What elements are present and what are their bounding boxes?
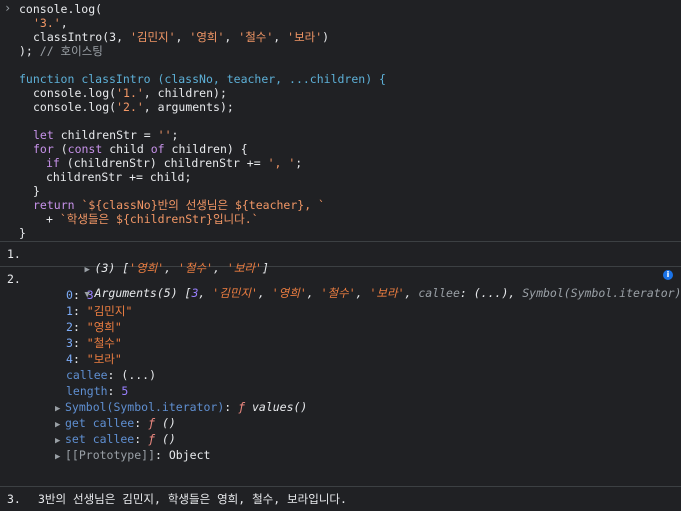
code-line: } <box>19 226 26 240</box>
prop-get-callee[interactable]: ▶ get callee: ƒ () <box>55 416 176 430</box>
code-line: return `${classNo}반의 선생님은 ${teacher}, ` <box>33 198 325 212</box>
console-input-entry: › console.log( '3.', classIntro(3, '김민지'… <box>0 0 681 242</box>
arguments-header[interactable]: ▼ Arguments(5) [3, '김민지', '영희', '철수', '보라… <box>43 272 681 300</box>
code-line: ); // 호이스팅 <box>19 44 103 58</box>
code-line: + `학생들은 ${childrenStr}입니다.` <box>46 212 259 226</box>
prop-row-3: 3: "철수" <box>66 336 122 350</box>
code-line: for (const child of children) { <box>33 142 248 156</box>
prop-length: length: 5 <box>66 384 129 398</box>
code-line: function classIntro (classNo, teacher, .… <box>19 72 386 86</box>
console-message-2: 2. ▼ Arguments(5) [3, '김민지', '영희', '철수', … <box>0 267 681 487</box>
prop-prototype[interactable]: ▶ [[Prototype]]: Object <box>55 448 210 462</box>
code-line: if (childrenStr) childrenStr += ', '; <box>46 156 303 170</box>
code-line: console.log('2.', arguments); <box>33 100 234 114</box>
message-number: 3. <box>7 492 21 506</box>
array-preview[interactable]: ▶ (3) ['영희', '철수', '보라'] <box>43 247 269 275</box>
prop-row-0: 0: 3 <box>66 288 94 302</box>
input-prompt-icon: › <box>4 1 12 15</box>
prop-row-4: 4: "보라" <box>66 352 122 366</box>
prop-row-2: 2: "영희" <box>66 320 122 334</box>
code-line: console.log('1.', children); <box>33 86 227 100</box>
prop-set-callee[interactable]: ▶ set callee: ƒ () <box>55 432 176 446</box>
console-message-1: 1. ▶ (3) ['영희', '철수', '보라'] <box>0 242 681 275</box>
message-number: 1. <box>7 247 21 261</box>
info-icon[interactable]: i <box>663 270 673 280</box>
code-line: let childrenStr = ''; <box>33 128 179 142</box>
prop-callee[interactable]: callee: (...) <box>66 368 156 382</box>
code-line: } <box>33 184 40 198</box>
expand-arrow-icon[interactable]: ▶ <box>55 434 65 448</box>
devtools-console: › console.log( '3.', classIntro(3, '김민지'… <box>0 0 681 506</box>
code-line: childrenStr += child; <box>46 170 192 184</box>
console-message-3: 3. 3반의 선생님은 김민지, 학생들은 영희, 철수, 보라입니다. <box>0 487 681 511</box>
message-number: 2. <box>7 272 21 286</box>
code-line: console.log( <box>19 2 103 16</box>
result-string: 3반의 선생님은 김민지, 학생들은 영희, 철수, 보라입니다. <box>38 492 347 506</box>
code-line: '3.', <box>33 16 68 30</box>
prop-row-1: 1: "김민지" <box>66 304 133 318</box>
prop-symbol-iterator[interactable]: ▶ Symbol(Symbol.iterator): ƒ values() <box>55 400 307 414</box>
expand-arrow-icon[interactable]: ▶ <box>55 450 65 464</box>
expand-arrow-icon[interactable]: ▶ <box>55 418 65 432</box>
code-line: classIntro(3, '김민지', '영희', '철수', '보라') <box>33 30 330 44</box>
expand-arrow-icon[interactable]: ▶ <box>55 402 65 416</box>
